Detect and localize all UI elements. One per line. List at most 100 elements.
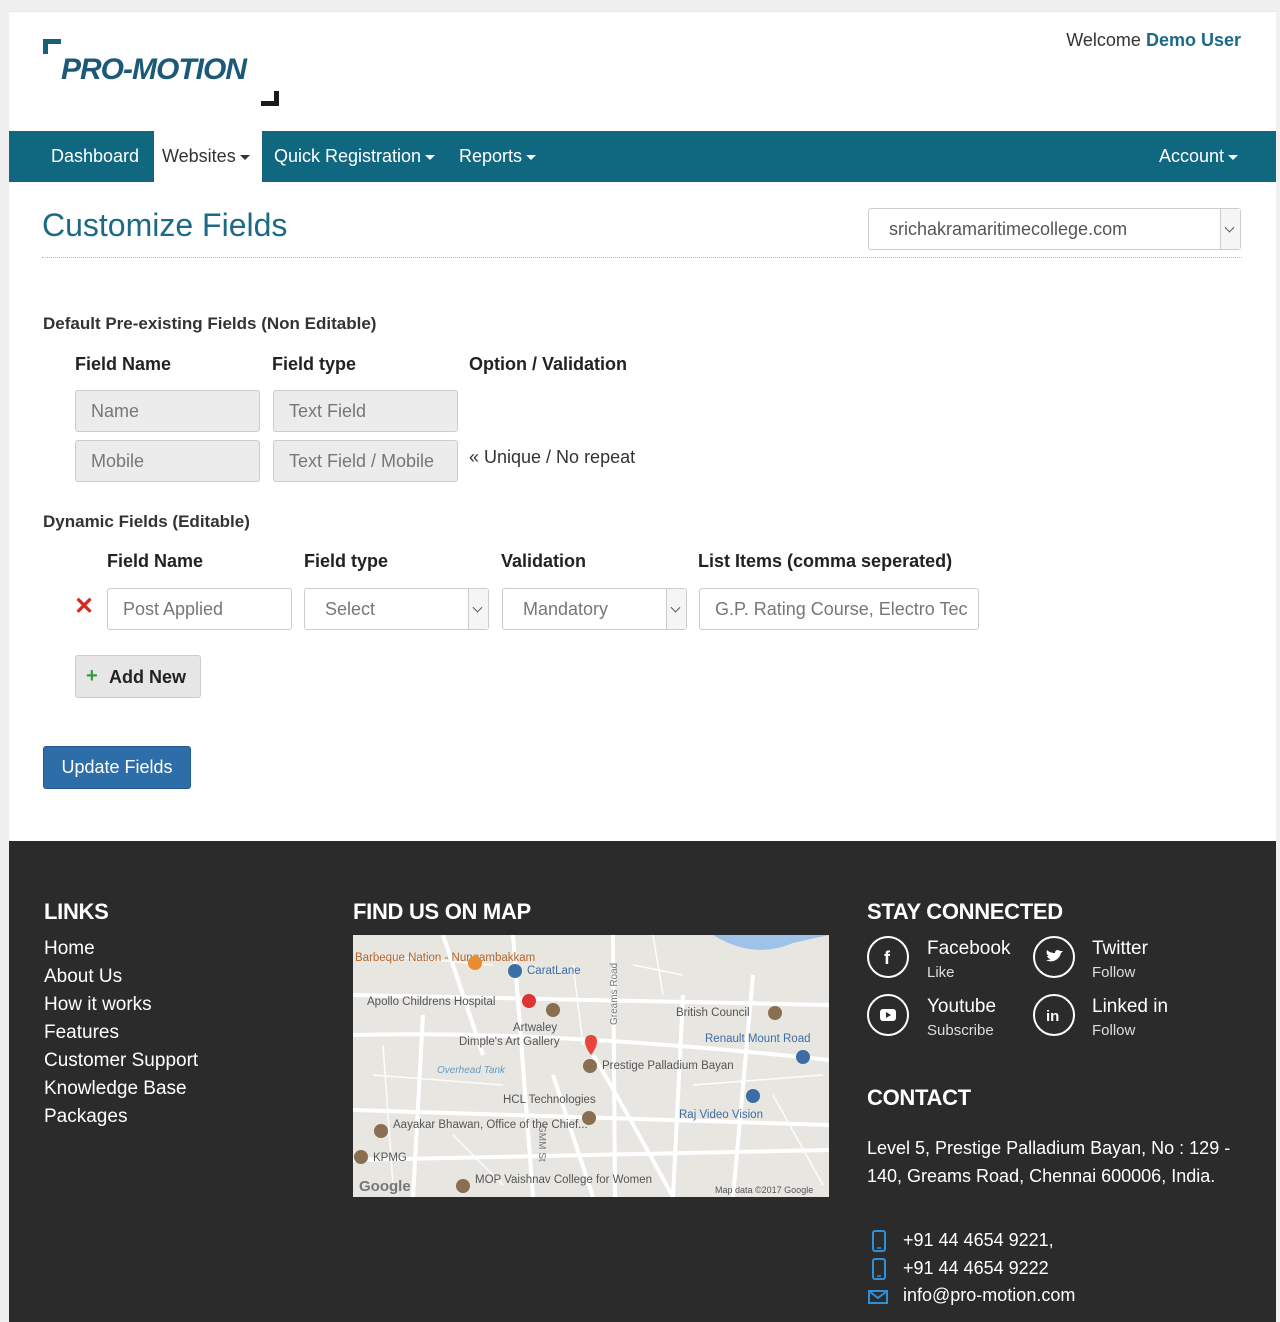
youtube-action: Subscribe	[927, 1022, 994, 1039]
update-fields-button[interactable]: Update Fields	[43, 746, 191, 789]
dynamic-validation-select[interactable]: Mandatory	[502, 588, 687, 630]
list-items-input[interactable]: G.P. Rating Course, Electro Tec	[699, 588, 979, 630]
website-select-value: srichakramaritimecollege.com	[889, 219, 1128, 239]
footer: LINKS Home About Us How it works Feature…	[9, 841, 1276, 1322]
main-navbar: Dashboard Websites Quick Registration Re…	[9, 131, 1276, 182]
nav-account[interactable]: Account	[1151, 131, 1246, 182]
footer-link-features[interactable]: Features	[44, 1022, 119, 1044]
svg-text:Renault Mount Road: Renault Mount Road	[705, 1033, 810, 1045]
field-type-value: Select	[325, 599, 376, 619]
logo-corner-bottom	[261, 91, 279, 106]
linkedin-icon[interactable]: in	[1033, 994, 1075, 1036]
svg-text:KPMG: KPMG	[373, 1152, 407, 1164]
location-map[interactable]: Barbeque Nation - Nungambakkam CaratLane…	[353, 935, 829, 1197]
footer-link-packages[interactable]: Packages	[44, 1106, 127, 1128]
default-fields-heading: Default Pre-existing Fields (Non Editabl…	[43, 314, 377, 333]
svg-text:f: f	[884, 948, 891, 968]
svg-text:Map data ©2017 Google: Map data ©2017 Google	[715, 1185, 813, 1195]
logo-corner-top	[43, 39, 61, 54]
nav-reports[interactable]: Reports	[451, 131, 544, 182]
welcome-text: Welcome Demo User	[1066, 30, 1241, 51]
svg-text:Artwaley: Artwaley	[513, 1022, 557, 1034]
remove-row-icon[interactable]: ✕	[73, 595, 95, 619]
caret-down-icon	[425, 154, 436, 160]
col-list-items: List Items (comma seperated)	[698, 551, 953, 571]
user-name[interactable]: Demo User	[1146, 30, 1241, 50]
website-select[interactable]: srichakramaritimecollege.com	[868, 208, 1241, 250]
default-field-type: Text Field / Mobile	[273, 440, 458, 482]
col-validation: Validation	[501, 551, 587, 571]
twitter-label[interactable]: Twitter	[1092, 938, 1148, 960]
facebook-icon[interactable]: f	[867, 936, 909, 978]
nav-dashboard[interactable]: Dashboard	[43, 131, 147, 182]
svg-text:CaratLane: CaratLane	[527, 965, 581, 977]
title-divider	[42, 257, 1242, 258]
nav-websites-label: Websites	[162, 146, 236, 166]
default-field-name: Name	[75, 390, 260, 432]
footer-link-support[interactable]: Customer Support	[44, 1050, 198, 1072]
twitter-action: Follow	[1092, 964, 1136, 981]
youtube-icon[interactable]	[867, 994, 909, 1036]
svg-text:Google: Google	[359, 1178, 411, 1195]
caret-down-icon	[239, 154, 250, 160]
svg-text:Dimple's Art Gallery: Dimple's Art Gallery	[459, 1036, 560, 1048]
facebook-label[interactable]: Facebook	[927, 938, 1010, 960]
footer-link-home[interactable]: Home	[44, 938, 95, 960]
social-heading: STAY CONNECTED	[867, 899, 1063, 924]
footer-link-how-it-works[interactable]: How it works	[44, 994, 152, 1016]
svg-text:Greams Road: Greams Road	[609, 963, 620, 1025]
svg-text:Prestige Palladium Bayan: Prestige Palladium Bayan	[602, 1060, 734, 1072]
phone-1[interactable]: +91 44 4654 9221,	[903, 1230, 1054, 1251]
add-new-label: Add New	[109, 667, 187, 687]
default-field-option: « Unique / No repeat	[469, 447, 636, 467]
add-new-button[interactable]: + Add New	[75, 655, 201, 698]
chevron-down-icon	[1220, 209, 1240, 249]
svg-text:in: in	[1046, 1008, 1059, 1025]
nav-websites[interactable]: Websites	[154, 131, 262, 182]
svg-text:British Council: British Council	[676, 1007, 750, 1019]
email-link[interactable]: info@pro-motion.com	[903, 1285, 1075, 1306]
col-field-name: Field Name	[75, 354, 172, 374]
svg-text:Aayakar Bhawan, Office of the: Aayakar Bhawan, Office of the Chief...	[393, 1119, 588, 1131]
phone-icon	[872, 1230, 886, 1252]
validation-value: Mandatory	[523, 599, 609, 619]
chevron-down-icon	[666, 589, 686, 629]
footer-link-about[interactable]: About Us	[44, 966, 122, 988]
dynamic-field-name-input[interactable]: Post Applied	[107, 588, 292, 630]
footer-link-knowledge-base[interactable]: Knowledge Base	[44, 1078, 187, 1100]
contact-address: Level 5, Prestige Palladium Bayan, No : …	[867, 1138, 1231, 1186]
nav-dashboard-label: Dashboard	[51, 146, 140, 166]
youtube-label[interactable]: Youtube	[927, 996, 996, 1018]
col-field-type: Field type	[304, 551, 389, 571]
header: PRO-MOTION Welcome Demo User	[9, 12, 1276, 131]
svg-text:MOP Vaishnav College for Women: MOP Vaishnav College for Women	[475, 1174, 652, 1186]
col-field-name: Field Name	[107, 551, 204, 571]
nav-reports-label: Reports	[459, 146, 523, 166]
facebook-action: Like	[927, 964, 955, 981]
svg-text:Apollo Childrens Hospital: Apollo Childrens Hospital	[367, 996, 495, 1008]
phone-2[interactable]: +91 44 4654 9222	[903, 1258, 1049, 1279]
chevron-down-icon	[468, 589, 488, 629]
logo[interactable]: PRO-MOTION	[43, 39, 283, 109]
dynamic-fields-heading: Dynamic Fields (Editable)	[43, 512, 250, 531]
welcome-prefix: Welcome	[1066, 30, 1141, 50]
default-field-name: Mobile	[75, 440, 260, 482]
plus-icon: +	[86, 665, 98, 687]
map-graphic: Barbeque Nation - Nungambakkam CaratLane…	[353, 935, 829, 1197]
logo-text: PRO-MOTION	[61, 53, 247, 86]
twitter-icon[interactable]	[1033, 936, 1075, 978]
contact-heading: CONTACT	[867, 1085, 971, 1110]
map-heading: FIND US ON MAP	[353, 899, 531, 924]
col-field-type: Field type	[272, 354, 357, 374]
email-icon	[868, 1290, 888, 1304]
dynamic-field-type-select[interactable]: Select	[304, 588, 489, 630]
phone-icon	[872, 1258, 886, 1280]
linkedin-action: Follow	[1092, 1022, 1136, 1039]
svg-text:HCL Technologies: HCL Technologies	[503, 1094, 596, 1106]
svg-text:Barbeque Nation - Nungambakkam: Barbeque Nation - Nungambakkam	[355, 952, 535, 964]
nav-quick-registration[interactable]: Quick Registration	[266, 131, 443, 182]
caret-down-icon	[1228, 154, 1238, 160]
linkedin-label[interactable]: Linked in	[1092, 996, 1168, 1018]
page-title: Customize Fields	[42, 207, 288, 243]
svg-text:GMM St: GMM St	[536, 1125, 547, 1162]
